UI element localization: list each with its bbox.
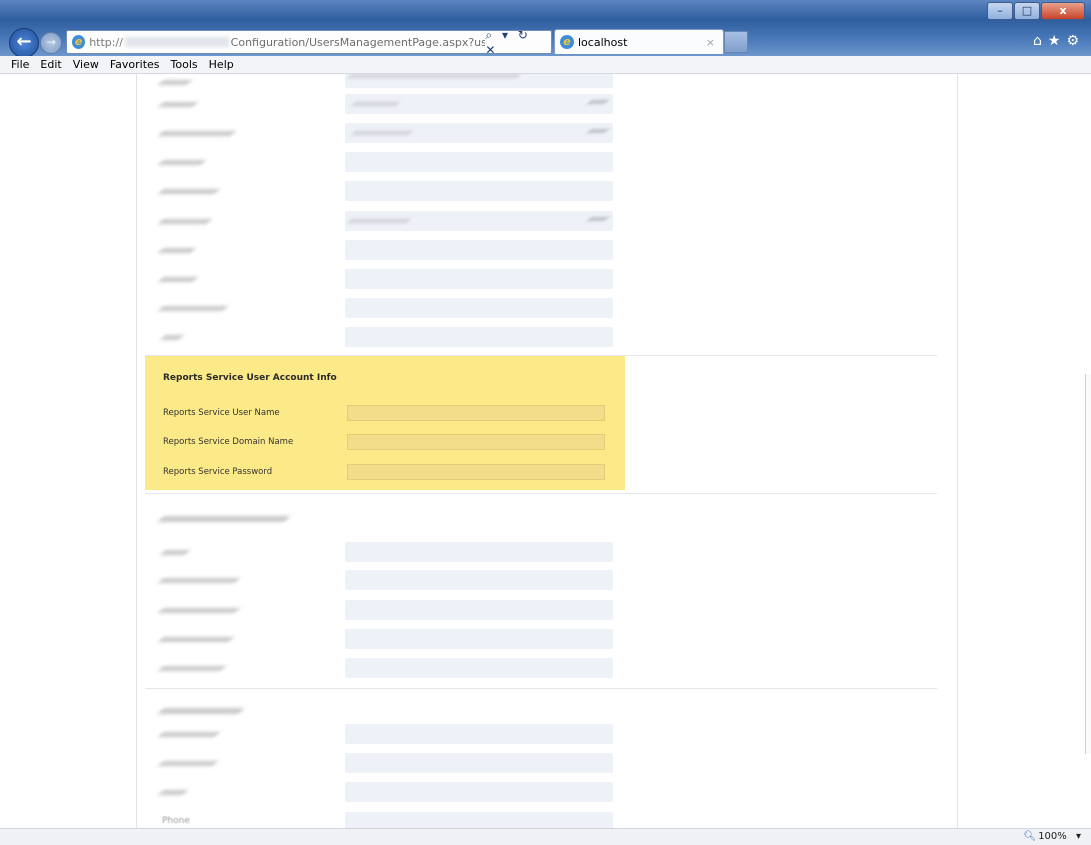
window-title-bar: – □ x ← → e http:// Configuration/UsersM… bbox=[0, 0, 1091, 58]
user-name-label: Reports Service User Name bbox=[163, 408, 280, 418]
form-row-user-name: Reports Service User Name bbox=[145, 405, 625, 423]
form-row-password: Reports Service Password bbox=[145, 464, 625, 482]
back-button[interactable]: ← bbox=[9, 28, 39, 58]
close-window-button[interactable]: x bbox=[1041, 2, 1085, 20]
form-row bbox=[0, 211, 620, 231]
zoom-control[interactable]: 🔍︎ 100% ▾ bbox=[1023, 831, 1081, 842]
tab-title: localhost bbox=[578, 35, 628, 49]
menu-edit[interactable]: Edit bbox=[40, 58, 61, 71]
section-divider bbox=[625, 493, 937, 494]
form-row bbox=[0, 269, 620, 289]
form-row bbox=[0, 152, 620, 172]
redacted-section-title bbox=[157, 708, 245, 714]
menu-help[interactable]: Help bbox=[209, 58, 234, 71]
redacted-field[interactable] bbox=[345, 240, 613, 260]
scrollbar[interactable] bbox=[1085, 374, 1091, 754]
form-row bbox=[0, 658, 620, 678]
form-row bbox=[0, 753, 620, 773]
redacted-field[interactable] bbox=[345, 327, 613, 347]
tab-close-icon[interactable]: × bbox=[706, 36, 715, 49]
menu-view[interactable]: View bbox=[73, 58, 99, 71]
zoom-dropdown-icon[interactable]: ▾ bbox=[1076, 831, 1081, 842]
redacted-field[interactable] bbox=[345, 74, 613, 88]
form-row bbox=[0, 123, 620, 143]
form-row bbox=[0, 570, 620, 590]
form-row bbox=[0, 298, 620, 318]
maximize-button[interactable]: □ bbox=[1014, 2, 1040, 20]
form-row-domain-name: Reports Service Domain Name bbox=[145, 434, 625, 452]
address-tools-icons[interactable]: ⌕ ▾ ↻ ✕ bbox=[485, 28, 547, 57]
zoom-icon: 🔍︎ bbox=[1023, 831, 1037, 842]
forward-button[interactable]: → bbox=[40, 32, 62, 54]
phone-label: Phone bbox=[162, 816, 190, 826]
form-row bbox=[0, 600, 620, 620]
phone-field[interactable] bbox=[345, 812, 613, 828]
form-row bbox=[0, 94, 620, 114]
form-row bbox=[0, 782, 620, 802]
form-row bbox=[0, 327, 620, 347]
menu-tools[interactable]: Tools bbox=[171, 58, 198, 71]
reports-domain-name-input[interactable] bbox=[347, 434, 605, 450]
redacted-field[interactable] bbox=[345, 570, 613, 590]
url-host-redacted bbox=[124, 37, 229, 47]
new-tab-button[interactable] bbox=[724, 31, 748, 53]
tab-localhost[interactable]: e localhost × bbox=[554, 29, 724, 54]
form-row bbox=[0, 629, 620, 649]
reports-service-section: Reports Service User Account Info Report… bbox=[145, 356, 625, 490]
status-bar: 🔍︎ 100% ▾ bbox=[0, 828, 1091, 845]
redacted-section-title bbox=[157, 516, 291, 522]
section-divider bbox=[145, 493, 625, 494]
zoom-level: 100% bbox=[1038, 831, 1067, 842]
form-row bbox=[0, 542, 620, 562]
window-controls: – □ x bbox=[987, 2, 1085, 20]
redacted-field[interactable] bbox=[345, 211, 613, 231]
redacted-field[interactable] bbox=[345, 269, 613, 289]
page-viewport: Reports Service User Account Info Report… bbox=[0, 74, 1091, 828]
redacted-field[interactable] bbox=[345, 753, 613, 773]
ie-tab-icon: e bbox=[560, 35, 574, 49]
section-divider bbox=[145, 688, 937, 689]
form-row bbox=[0, 724, 620, 744]
minimize-button[interactable]: – bbox=[987, 2, 1013, 20]
redacted-field[interactable] bbox=[345, 542, 613, 562]
form-row: Phone bbox=[0, 812, 620, 828]
ie-page-icon: e bbox=[72, 35, 86, 49]
form-row bbox=[0, 181, 620, 201]
redacted-field[interactable] bbox=[345, 658, 613, 678]
menu-bar: File Edit View Favorites Tools Help bbox=[0, 56, 1091, 74]
redacted-field[interactable] bbox=[345, 629, 613, 649]
redacted-field[interactable] bbox=[345, 152, 613, 172]
reports-password-input[interactable] bbox=[347, 464, 605, 480]
menu-file[interactable]: File bbox=[11, 58, 29, 71]
menu-favorites[interactable]: Favorites bbox=[110, 58, 160, 71]
redacted-field[interactable] bbox=[345, 181, 613, 201]
redacted-field[interactable] bbox=[345, 782, 613, 802]
redacted-field[interactable] bbox=[345, 94, 613, 114]
section-title: Reports Service User Account Info bbox=[163, 373, 337, 383]
redacted-field[interactable] bbox=[345, 298, 613, 318]
url-scheme: http:// bbox=[89, 35, 123, 49]
redacted-field[interactable] bbox=[345, 123, 613, 143]
reports-user-name-input[interactable] bbox=[347, 405, 605, 421]
address-bar[interactable]: e http:// Configuration/UsersManagementP… bbox=[66, 28, 552, 57]
password-label: Reports Service Password bbox=[163, 467, 273, 477]
redacted-field[interactable] bbox=[345, 724, 613, 744]
redacted-field[interactable] bbox=[345, 600, 613, 620]
home-favorites-tools-icons[interactable]: ⌂★⚙ bbox=[1033, 33, 1085, 49]
form-row bbox=[0, 240, 620, 260]
url-path: Configuration/UsersManagementPage.aspx?u… bbox=[230, 35, 486, 49]
domain-name-label: Reports Service Domain Name bbox=[163, 437, 294, 447]
